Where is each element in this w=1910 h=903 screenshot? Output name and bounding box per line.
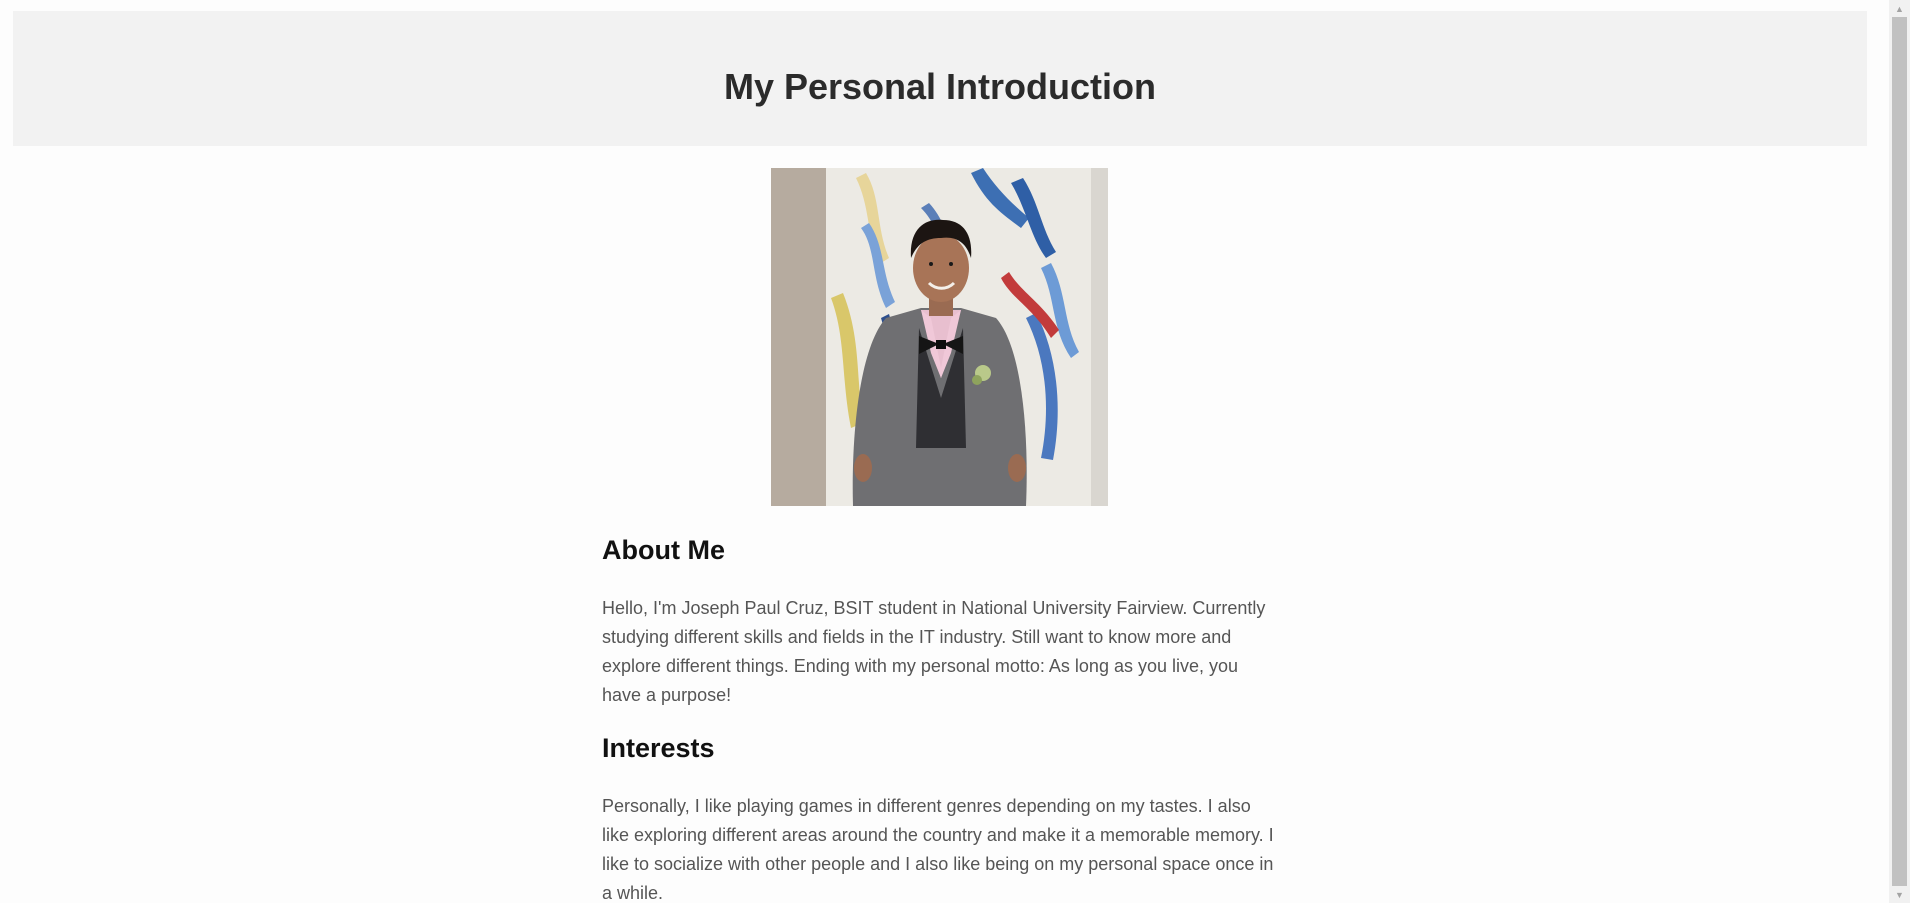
vertical-scrollbar[interactable]: ▲ ▼ [1889,0,1910,903]
page-title: My Personal Introduction [723,66,1157,107]
page-header: My Personal Introduction [13,11,1867,146]
scrollbar-thumb[interactable] [1892,17,1907,886]
interests-heading: Interests [602,733,715,763]
content-section: About Me Hello, I'm Joseph Paul Cruz, BS… [602,520,1278,903]
profile-photo [771,168,1108,506]
arrow-down-icon[interactable]: ▼ [1889,886,1910,903]
page: My Personal Introduction About Me Hello,… [0,0,1889,903]
arrow-up-icon[interactable]: ▲ [1889,0,1910,17]
interests-text: Personally, I like playing games in diff… [602,796,1274,903]
about-heading: About Me [602,535,725,565]
about-text: Hello, I'm Joseph Paul Cruz, BSIT studen… [602,598,1266,705]
browser-viewport: My Personal Introduction About Me Hello,… [0,0,1910,903]
